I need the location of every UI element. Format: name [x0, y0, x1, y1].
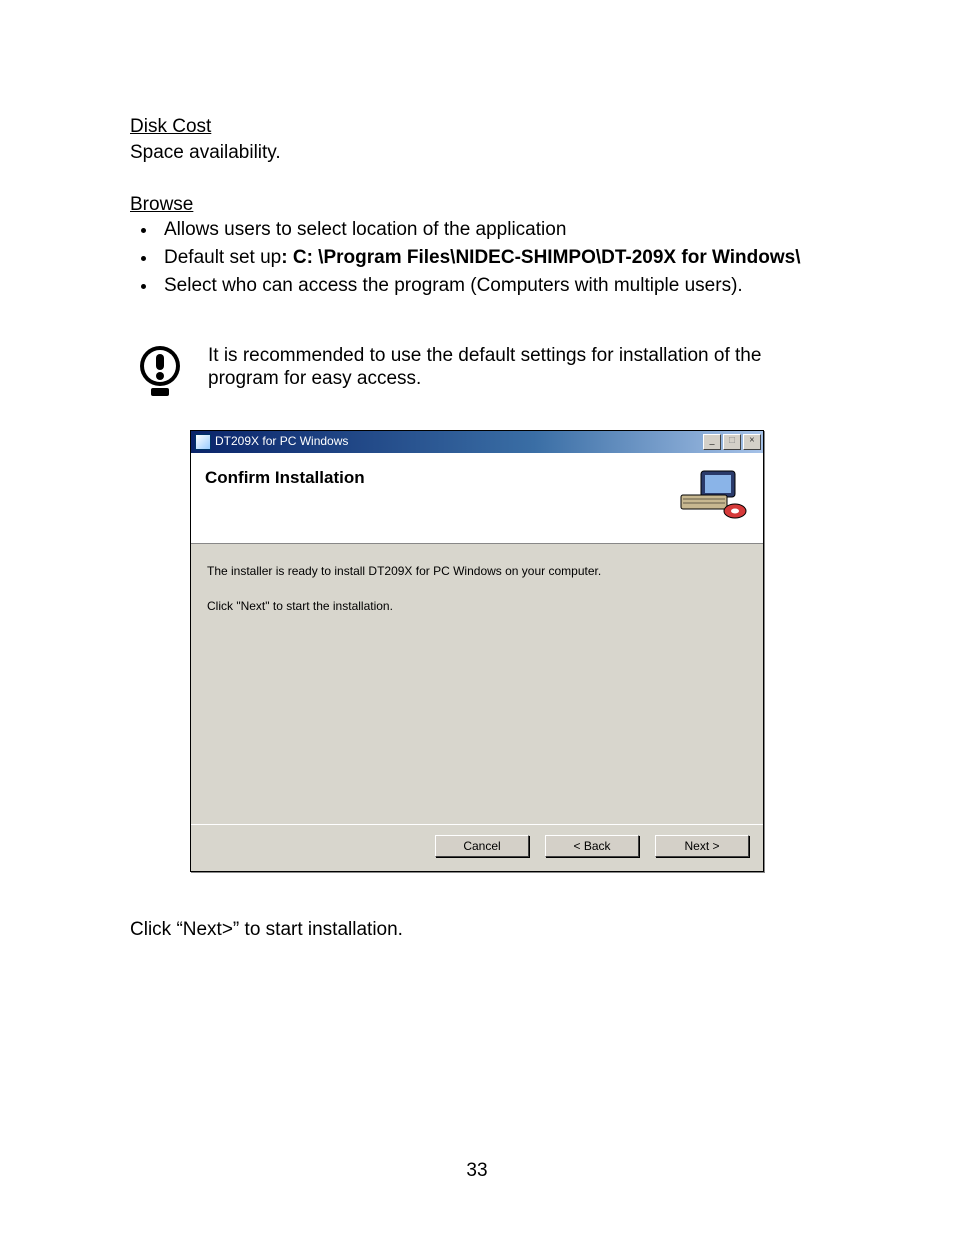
close-button[interactable]: ×	[743, 434, 761, 450]
note-text: It is recommended to use the default set…	[190, 344, 824, 400]
bullet-bold-path: : C: \Program Files\NIDEC-SHIMPO\DT-209X…	[281, 247, 800, 268]
list-item: Select who can access the program (Compu…	[158, 274, 824, 298]
list-item: Default set up: C: \Program Files\NIDEC-…	[158, 246, 824, 270]
maximize-button[interactable]: □	[723, 434, 741, 450]
title-bar: DT209X for PC Windows _ □ ×	[191, 431, 763, 453]
instruction-text: Click “Next>” to start installation.	[130, 918, 824, 942]
bullet-prefix: Default set up	[164, 247, 281, 268]
banner-title: Confirm Installation	[205, 465, 671, 488]
disk-cost-text: Space availability.	[130, 141, 824, 165]
warning-icon	[130, 344, 190, 400]
installer-body-line: Click "Next" to start the installation.	[207, 599, 747, 614]
next-button[interactable]: Next >	[655, 835, 749, 857]
app-icon	[195, 434, 211, 450]
disk-cost-heading: Disk Cost	[130, 116, 211, 137]
window-title: DT209X for PC Windows	[215, 434, 703, 449]
list-item: Allows users to select location of the a…	[158, 218, 824, 242]
cancel-button[interactable]: Cancel	[435, 835, 529, 857]
browse-bullet-list: Allows users to select location of the a…	[158, 218, 824, 297]
installer-window: DT209X for PC Windows _ □ × Confirm Inst…	[190, 430, 764, 872]
computer-icon	[671, 465, 749, 521]
installer-body-line: The installer is ready to install DT209X…	[207, 564, 747, 579]
page-number: 33	[0, 1159, 954, 1183]
minimize-button[interactable]: _	[703, 434, 721, 450]
back-button[interactable]: < Back	[545, 835, 639, 857]
browse-heading: Browse	[130, 194, 193, 215]
